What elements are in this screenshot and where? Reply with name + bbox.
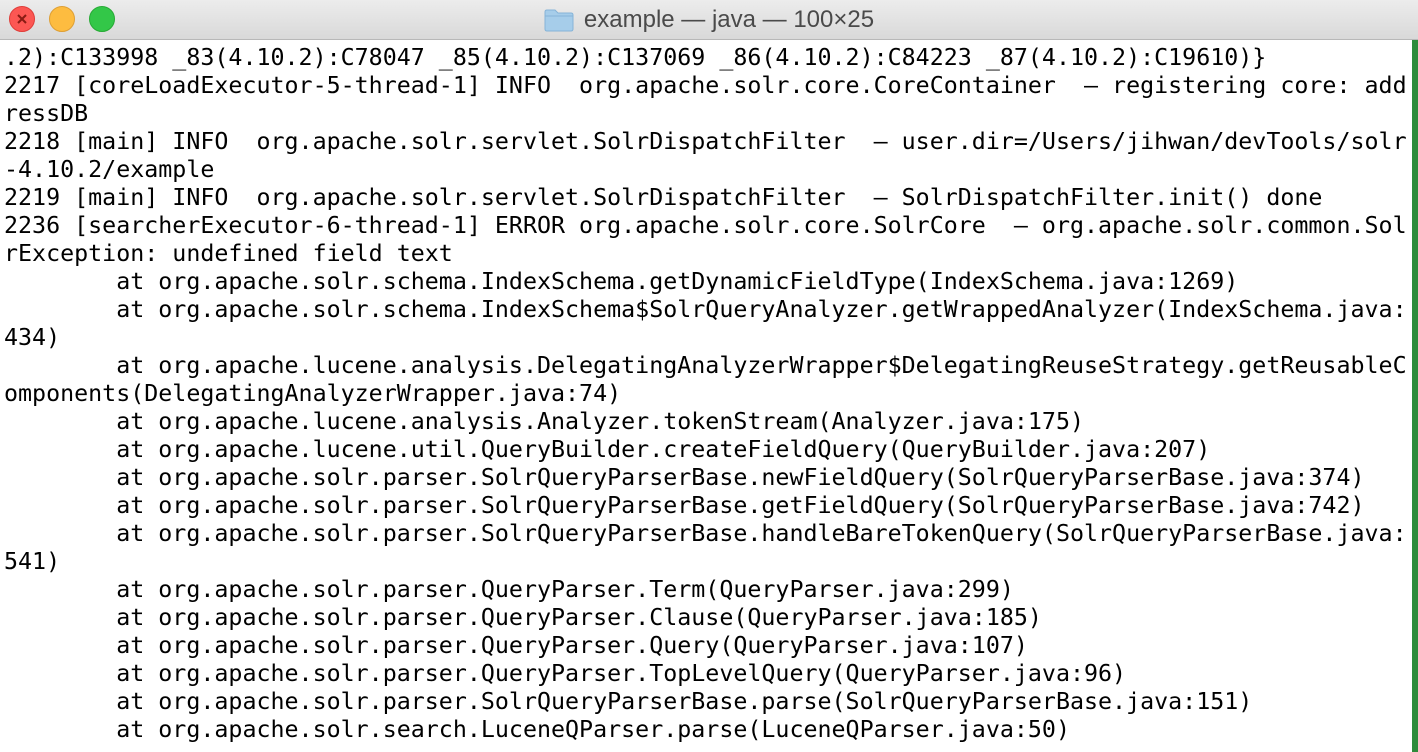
terminal-line: at org.apache.lucene.util.QueryBuilder.c… <box>4 436 1211 463</box>
terminal-line: ressDB <box>4 100 89 127</box>
terminal-line: at org.apache.solr.parser.QueryParser.Qu… <box>4 632 1028 659</box>
terminal-line: at org.apache.lucene.analysis.Analyzer.t… <box>4 408 1084 435</box>
folder-icon <box>544 8 574 32</box>
terminal-line: .2):C133998 _83(4.10.2):C78047 _85(4.10.… <box>4 44 1267 71</box>
terminal-line: at org.apache.solr.schema.IndexSchema.ge… <box>4 268 1239 295</box>
terminal-line: at org.apache.solr.parser.QueryParser.Cl… <box>4 604 1042 631</box>
terminal-line: 434) <box>4 324 61 351</box>
scrollbar-edge[interactable] <box>1412 40 1418 752</box>
terminal-line: omponents(DelegatingAnalyzerWrapper.java… <box>4 380 622 407</box>
terminal-line: at org.apache.solr.parser.SolrQueryParse… <box>4 688 1253 715</box>
terminal-line: 2217 [coreLoadExecutor-5-thread-1] INFO … <box>4 72 1407 99</box>
terminal-line: 2219 [main] INFO org.apache.solr.servlet… <box>4 184 1323 211</box>
terminal-output[interactable]: .2):C133998 _83(4.10.2):C78047 _85(4.10.… <box>4 44 1412 752</box>
terminal-line: 541) <box>4 548 61 575</box>
terminal-line: at org.apache.solr.parser.SolrQueryParse… <box>4 520 1407 547</box>
terminal-window: example — java — 100×25 .2):C133998 _83(… <box>0 0 1418 752</box>
terminal-line: at org.apache.solr.parser.QueryParser.To… <box>4 660 1127 687</box>
window-title: example — java — 100×25 <box>583 6 875 33</box>
terminal-line: at org.apache.solr.parser.SolrQueryParse… <box>4 464 1365 491</box>
terminal-line: rException: undefined field text <box>4 240 453 267</box>
terminal-line: at org.apache.solr.schema.IndexSchema$So… <box>4 296 1407 323</box>
terminal-line: at org.apache.lucene.analysis.Delegating… <box>4 352 1407 379</box>
window-title-container: example — java — 100×25 <box>0 5 1418 35</box>
terminal-line: -4.10.2/example <box>4 156 215 183</box>
title-bar[interactable]: example — java — 100×25 <box>0 0 1418 40</box>
terminal-line: 2218 [main] INFO org.apache.solr.servlet… <box>4 128 1407 155</box>
terminal-line: at org.apache.solr.search.LuceneQParser.… <box>4 716 1070 743</box>
terminal-line: at org.apache.solr.parser.QueryParser.Te… <box>4 576 1014 603</box>
terminal-line: 2236 [searcherExecutor-6-thread-1] ERROR… <box>4 212 1407 239</box>
terminal-line: at org.apache.solr.parser.SolrQueryParse… <box>4 492 1365 519</box>
